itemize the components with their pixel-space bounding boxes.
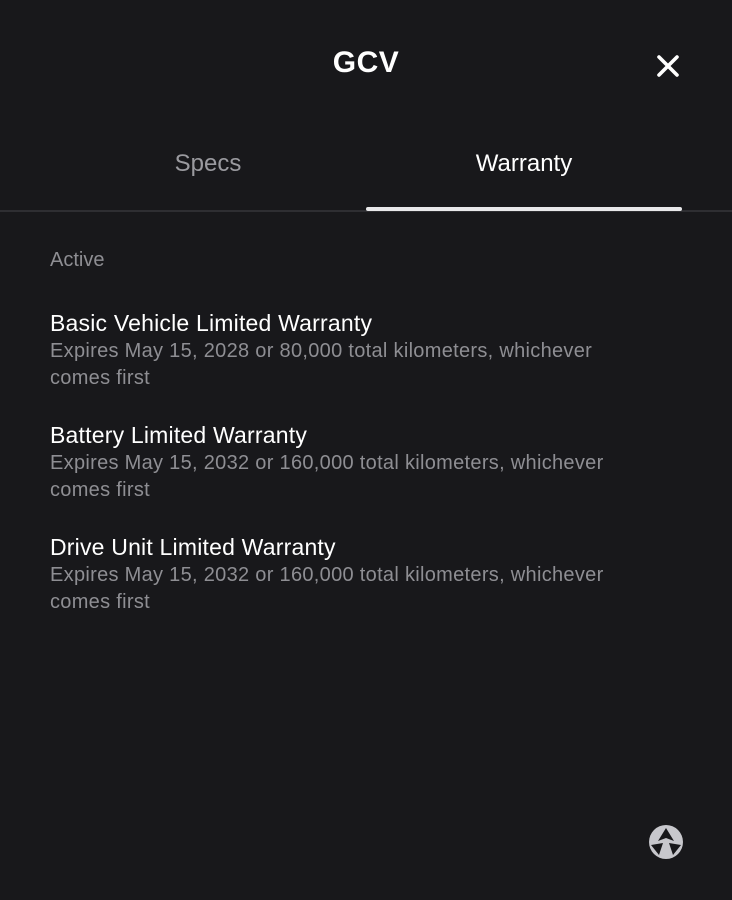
- warranty-description: Expires May 15, 2032 or 160,000 total ki…: [50, 452, 604, 501]
- section-label-active: Active: [50, 249, 105, 271]
- active-tab-indicator: [366, 207, 682, 211]
- tab-warranty[interactable]: Warranty: [366, 130, 682, 210]
- warranty-title: Drive Unit Limited Warranty: [50, 534, 336, 560]
- tab-specs[interactable]: Specs: [50, 130, 366, 210]
- warranty-description: Expires May 15, 2032 or 160,000 total ki…: [50, 564, 604, 613]
- warranty-title: Battery Limited Warranty: [50, 422, 308, 448]
- list-item: Battery Limited Warranty Expires May 15,…: [50, 420, 682, 504]
- close-button[interactable]: [650, 48, 686, 84]
- dialog-title: GCV: [332, 46, 400, 79]
- list-item: Drive Unit Limited Warranty Expires May …: [50, 532, 682, 616]
- warranty-title: Basic Vehicle Limited Warranty: [50, 310, 373, 336]
- list-item: Basic Vehicle Limited Warranty Expires M…: [50, 308, 682, 392]
- dialog-header: GCV: [0, 0, 732, 130]
- warranty-description: Expires May 15, 2028 or 80,000 total kil…: [50, 340, 593, 389]
- close-icon: [657, 55, 679, 77]
- assist-logo-icon: [648, 824, 684, 860]
- tab-bar: Specs Warranty: [0, 130, 732, 212]
- warranty-list: Active Basic Vehicle Limited Warranty Ex…: [50, 246, 682, 644]
